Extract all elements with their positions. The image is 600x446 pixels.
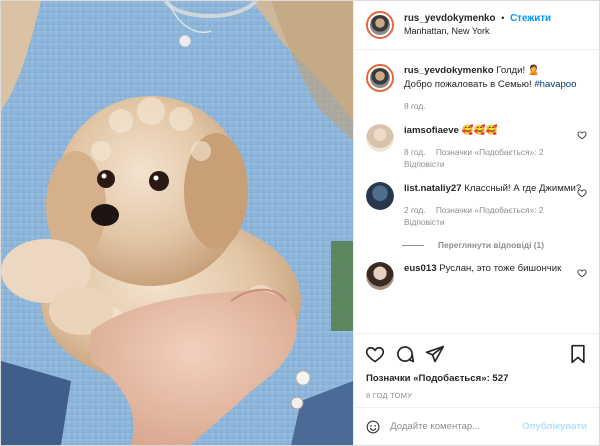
view-replies-button[interactable]: Переглянути відповіді (1) — [402, 240, 587, 250]
follow-button[interactable]: Стежити — [510, 13, 551, 24]
puppy-photo-illustration — [1, 1, 353, 445]
comment-likes[interactable]: Позначки «Подобається»: 2 — [436, 205, 544, 215]
post-timestamp[interactable]: 8 ГОД ТОМУ — [354, 387, 599, 407]
reply-button[interactable]: Відповісти — [404, 217, 445, 227]
comment-time[interactable]: 2 год. — [404, 205, 426, 215]
comment-heart-icon[interactable] — [577, 130, 587, 140]
comment-row: list.nataliy27 Классный! А где Джимми? 2… — [366, 182, 587, 228]
post-sidebar: rus_yevdokymenko • Стежити Manhattan, Ne… — [353, 1, 599, 445]
comment-icon[interactable] — [394, 343, 416, 365]
comment-row: iamsofiaeve 🥰🥰🥰 8 год. Позначки «Подобає… — [366, 124, 587, 170]
comment-heart-icon[interactable] — [577, 268, 587, 278]
comment-heart-icon[interactable] — [577, 188, 587, 198]
caption-line-2: Добро пожаловать в Семью! — [404, 79, 532, 90]
comment-text: Классный! А где Джимми? — [464, 183, 582, 194]
caption-username[interactable]: rus_yevdokymenko — [404, 65, 494, 76]
caption-body: rus_yevdokymenko Голди! 🙎 Добро пожалова… — [404, 64, 587, 112]
reply-button[interactable]: Відповісти — [404, 159, 445, 169]
publish-button[interactable]: Опублікувати — [522, 421, 587, 432]
comment-time[interactable]: 8 год. — [404, 147, 426, 157]
replies-divider — [402, 244, 424, 246]
post-photo[interactable] — [1, 1, 353, 445]
author-avatar[interactable] — [366, 64, 394, 92]
action-bar — [354, 333, 599, 373]
heart-icon[interactable] — [364, 343, 386, 365]
bookmark-icon[interactable] — [567, 343, 589, 365]
view-replies-label: Переглянути відповіді (1) — [438, 240, 544, 250]
likes-count[interactable]: Позначки «Подобається»: 527 — [354, 373, 599, 387]
caption-row: rus_yevdokymenko Голди! 🙎 Добро пожалова… — [366, 64, 587, 112]
caption-meta: 8 год. — [404, 100, 587, 112]
post-location[interactable]: Manhattan, New York — [404, 25, 551, 38]
post-window: rus_yevdokymenko • Стежити Manhattan, Ne… — [0, 0, 600, 446]
smiley-icon[interactable] — [366, 418, 380, 436]
comment-input[interactable] — [390, 421, 523, 432]
author-username[interactable]: rus_yevdokymenko — [404, 13, 495, 24]
add-comment-bar: Опублікувати — [354, 407, 599, 445]
post-header: rus_yevdokymenko • Стежити Manhattan, Ne… — [354, 1, 599, 50]
author-avatar[interactable] — [366, 11, 394, 39]
comment-text: Руслан, это тоже бишончик — [439, 263, 562, 274]
commenter-avatar[interactable] — [366, 262, 394, 290]
comment-body: list.nataliy27 Классный! А где Джимми? 2… — [404, 182, 587, 228]
comment-text: 🥰🥰🥰 — [461, 125, 498, 136]
comment-meta: 2 год. Позначки «Подобається»: 2 Відпові… — [404, 204, 587, 228]
commenter-avatar[interactable] — [366, 124, 394, 152]
comment-username[interactable]: list.nataliy27 — [404, 183, 462, 194]
comment-body: iamsofiaeve 🥰🥰🥰 8 год. Позначки «Подобає… — [404, 124, 587, 170]
hashtag-link[interactable]: #havapoo — [534, 79, 576, 90]
comments-list[interactable]: rus_yevdokymenko Голди! 🙎 Добро пожалова… — [354, 50, 599, 333]
commenter-avatar[interactable] — [366, 182, 394, 210]
comment-row: eus013 Руслан, это тоже бишончик — [366, 262, 587, 290]
comment-likes[interactable]: Позначки «Подобається»: 2 — [436, 147, 544, 157]
author-info: rus_yevdokymenko • Стежити Manhattan, Ne… — [404, 12, 551, 38]
share-icon[interactable] — [424, 343, 446, 365]
comment-body: eus013 Руслан, это тоже бишончик — [404, 262, 587, 290]
separator-dot: • — [501, 13, 505, 24]
comment-username[interactable]: eus013 — [404, 263, 437, 274]
comment-username[interactable]: iamsofiaeve — [404, 125, 459, 136]
caption-time[interactable]: 8 год. — [404, 101, 426, 111]
comment-meta: 8 год. Позначки «Подобається»: 2 Відпові… — [404, 146, 587, 170]
caption-text: Голди! 🙎 — [496, 65, 540, 76]
